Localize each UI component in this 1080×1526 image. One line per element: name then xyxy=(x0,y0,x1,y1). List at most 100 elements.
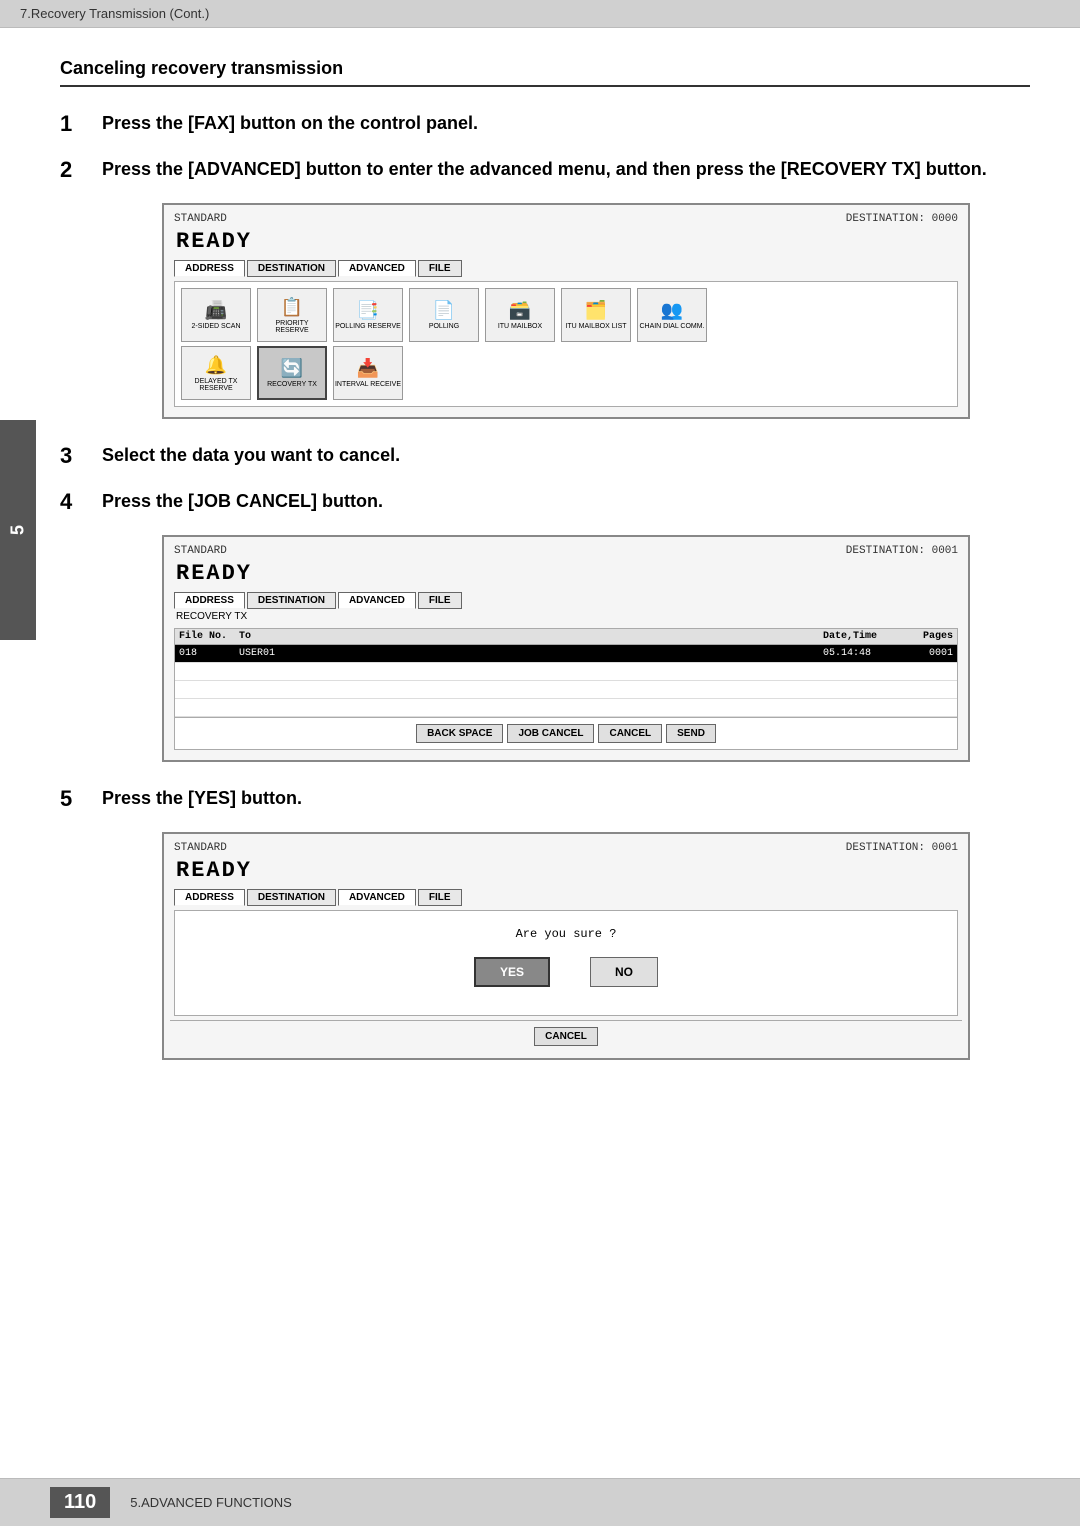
icon-recovery-tx-graphic: 🔄 xyxy=(281,358,303,379)
table-row-1[interactable]: 018 USER01 05.14:48 0001 xyxy=(175,645,957,663)
icon-itu-mailbox[interactable]: 🗃️ ITU MAILBOX xyxy=(485,288,555,342)
screen2-tab-advanced[interactable]: ADVANCED xyxy=(338,592,416,609)
job-cancel-button[interactable]: JOB CANCEL xyxy=(507,724,594,743)
screen2-tab-destination[interactable]: DESTINATION xyxy=(247,592,336,609)
icon-polling-reserve[interactable]: 📑 POLLING RESERVE xyxy=(333,288,403,342)
step-4-number: 4 xyxy=(60,489,92,515)
screen1-tab-advanced[interactable]: ADVANCED xyxy=(338,260,416,277)
icon-chain-dial-label: CHAIN DIAL COMM. xyxy=(639,323,704,330)
screen2-section-label: RECOVERY TX xyxy=(170,609,962,624)
no-button[interactable]: NO xyxy=(590,957,658,987)
step-4: 4 Press the [JOB CANCEL] button. xyxy=(60,489,1030,515)
screen2-tabs: ADDRESS DESTINATION ADVANCED FILE xyxy=(170,588,962,609)
empty-row-3 xyxy=(175,681,957,699)
empty-row-2 xyxy=(175,663,957,681)
screen3-dest: DESTINATION: 0001 xyxy=(846,842,958,854)
top-bar: 7.Recovery Transmission (Cont.) xyxy=(0,0,1080,28)
step-2: 2 Press the [ADVANCED] button to enter t… xyxy=(60,157,1030,183)
screen3-tab-file[interactable]: FILE xyxy=(418,889,462,906)
icon-itu-mailbox-graphic: 🗃️ xyxy=(509,300,531,321)
bottom-bar: 110 5.ADVANCED FUNCTIONS xyxy=(0,1478,1080,1526)
screen1-icon-row-1: 📠 2-SIDED SCAN 📋 PRIORITY RESERVE 📑 POLL… xyxy=(181,288,951,342)
step-2-text: Press the [ADVANCED] button to enter the… xyxy=(102,157,987,182)
icon-recovery-tx-label: RECOVERY TX xyxy=(267,381,317,388)
top-bar-label: 7.Recovery Transmission (Cont.) xyxy=(20,6,209,21)
icon-polling-reserve-graphic: 📑 xyxy=(357,300,379,321)
icon-itu-mailbox-list-label: ITU MAILBOX LIST xyxy=(565,323,626,330)
screen3-status: READY xyxy=(170,856,962,885)
icon-priority-reserve-graphic: 📋 xyxy=(281,297,303,318)
fax-screen-3-top: STANDARD DESTINATION: 0001 xyxy=(170,840,962,856)
screen3-mode: STANDARD xyxy=(174,842,227,854)
screen2-dest: DESTINATION: 0001 xyxy=(846,545,958,557)
screen2-tab-file[interactable]: FILE xyxy=(418,592,462,609)
screen1-tab-address[interactable]: ADDRESS xyxy=(174,260,245,277)
icon-itu-mailbox-list-graphic: 🗂️ xyxy=(585,300,607,321)
cancel-button-screen3[interactable]: CANCEL xyxy=(534,1027,598,1046)
page-number: 110 xyxy=(50,1487,110,1518)
send-button[interactable]: SEND xyxy=(666,724,716,743)
section-heading: Canceling recovery transmission xyxy=(60,58,1030,87)
confirm-body: Are you sure ? YES NO xyxy=(174,910,958,1016)
row1-pages: 0001 xyxy=(903,648,953,659)
row1-to: USER01 xyxy=(239,648,823,659)
confirm-question: Are you sure ? xyxy=(191,927,941,941)
main-content: Canceling recovery transmission 1 Press … xyxy=(0,28,1080,1124)
icon-polling-reserve-label: POLLING RESERVE xyxy=(335,323,401,330)
confirm-cancel-bar: CANCEL xyxy=(170,1020,962,1052)
screen3-tab-destination[interactable]: DESTINATION xyxy=(247,889,336,906)
backspace-button[interactable]: BACK SPACE xyxy=(416,724,503,743)
recovery-buttons: BACK SPACE JOB CANCEL CANCEL SEND xyxy=(175,717,957,749)
icon-delayed-tx-label: DELAYED TX RESERVE xyxy=(182,378,250,392)
fax-screen-3: STANDARD DESTINATION: 0001 READY ADDRESS… xyxy=(162,832,970,1060)
screen3-tab-advanced[interactable]: ADVANCED xyxy=(338,889,416,906)
yes-button[interactable]: YES xyxy=(474,957,550,987)
icon-itu-mailbox-list[interactable]: 🗂️ ITU MAILBOX LIST xyxy=(561,288,631,342)
screen3-container: STANDARD DESTINATION: 0001 READY ADDRESS… xyxy=(102,832,1030,1060)
icon-2sided-scan-graphic: 📠 xyxy=(205,300,227,321)
icon-interval-receive[interactable]: 📥 INTERVAL RECEIVE xyxy=(333,346,403,400)
icon-itu-mailbox-label: ITU MAILBOX xyxy=(498,323,542,330)
icon-priority-reserve-label: PRIORITY RESERVE xyxy=(258,320,326,334)
step-1: 1 Press the [FAX] button on the control … xyxy=(60,111,1030,137)
fax-screen-2: STANDARD DESTINATION: 0001 READY ADDRESS… xyxy=(162,535,970,762)
icon-interval-receive-label: INTERVAL RECEIVE xyxy=(335,381,401,388)
icon-polling-graphic: 📄 xyxy=(433,300,455,321)
icon-delayed-tx-graphic: 🔔 xyxy=(205,355,227,376)
icon-polling-label: POLLING xyxy=(429,323,459,330)
step-2-number: 2 xyxy=(60,157,92,183)
screen1-icons-area: 📠 2-SIDED SCAN 📋 PRIORITY RESERVE 📑 POLL… xyxy=(174,281,958,407)
confirm-yes-no: YES NO xyxy=(191,957,941,987)
screen1-tabs: ADDRESS DESTINATION ADVANCED FILE xyxy=(170,256,962,277)
screen1-tab-file[interactable]: FILE xyxy=(418,260,462,277)
recovery-table: File No. To Date,Time Pages 018 USER01 0… xyxy=(174,628,958,750)
icon-delayed-tx[interactable]: 🔔 DELAYED TX RESERVE xyxy=(181,346,251,400)
icon-2sided-scan[interactable]: 📠 2-SIDED SCAN xyxy=(181,288,251,342)
screen3-tab-address[interactable]: ADDRESS xyxy=(174,889,245,906)
empty-row-4 xyxy=(175,699,957,717)
screen3-tabs: ADDRESS DESTINATION ADVANCED FILE xyxy=(170,885,962,906)
fax-screen-1-top: STANDARD DESTINATION: 0000 xyxy=(170,211,962,227)
step-5-number: 5 xyxy=(60,786,92,812)
screen1-container: STANDARD DESTINATION: 0000 READY ADDRESS… xyxy=(102,203,1030,419)
icon-chain-dial[interactable]: 👥 CHAIN DIAL COMM. xyxy=(637,288,707,342)
screen2-tab-address[interactable]: ADDRESS xyxy=(174,592,245,609)
col-header-fileno: File No. xyxy=(179,631,239,642)
step-5: 5 Press the [YES] button. xyxy=(60,786,1030,812)
col-header-pages: Pages xyxy=(903,631,953,642)
side-tab: 5 xyxy=(0,420,36,640)
icon-priority-reserve[interactable]: 📋 PRIORITY RESERVE xyxy=(257,288,327,342)
icon-interval-receive-graphic: 📥 xyxy=(357,358,379,379)
screen1-status: READY xyxy=(170,227,962,256)
screen1-tab-destination[interactable]: DESTINATION xyxy=(247,260,336,277)
step-1-number: 1 xyxy=(60,111,92,137)
screen2-mode: STANDARD xyxy=(174,545,227,557)
fax-screen-2-top: STANDARD DESTINATION: 0001 xyxy=(170,543,962,559)
icon-polling[interactable]: 📄 POLLING xyxy=(409,288,479,342)
icon-recovery-tx[interactable]: 🔄 RECOVERY TX xyxy=(257,346,327,400)
step-5-text: Press the [YES] button. xyxy=(102,786,302,811)
footer-label: 5.ADVANCED FUNCTIONS xyxy=(130,1495,292,1510)
step-3-text: Select the data you want to cancel. xyxy=(102,443,400,468)
cancel-button-screen2[interactable]: CANCEL xyxy=(598,724,662,743)
col-header-to: To xyxy=(239,631,823,642)
